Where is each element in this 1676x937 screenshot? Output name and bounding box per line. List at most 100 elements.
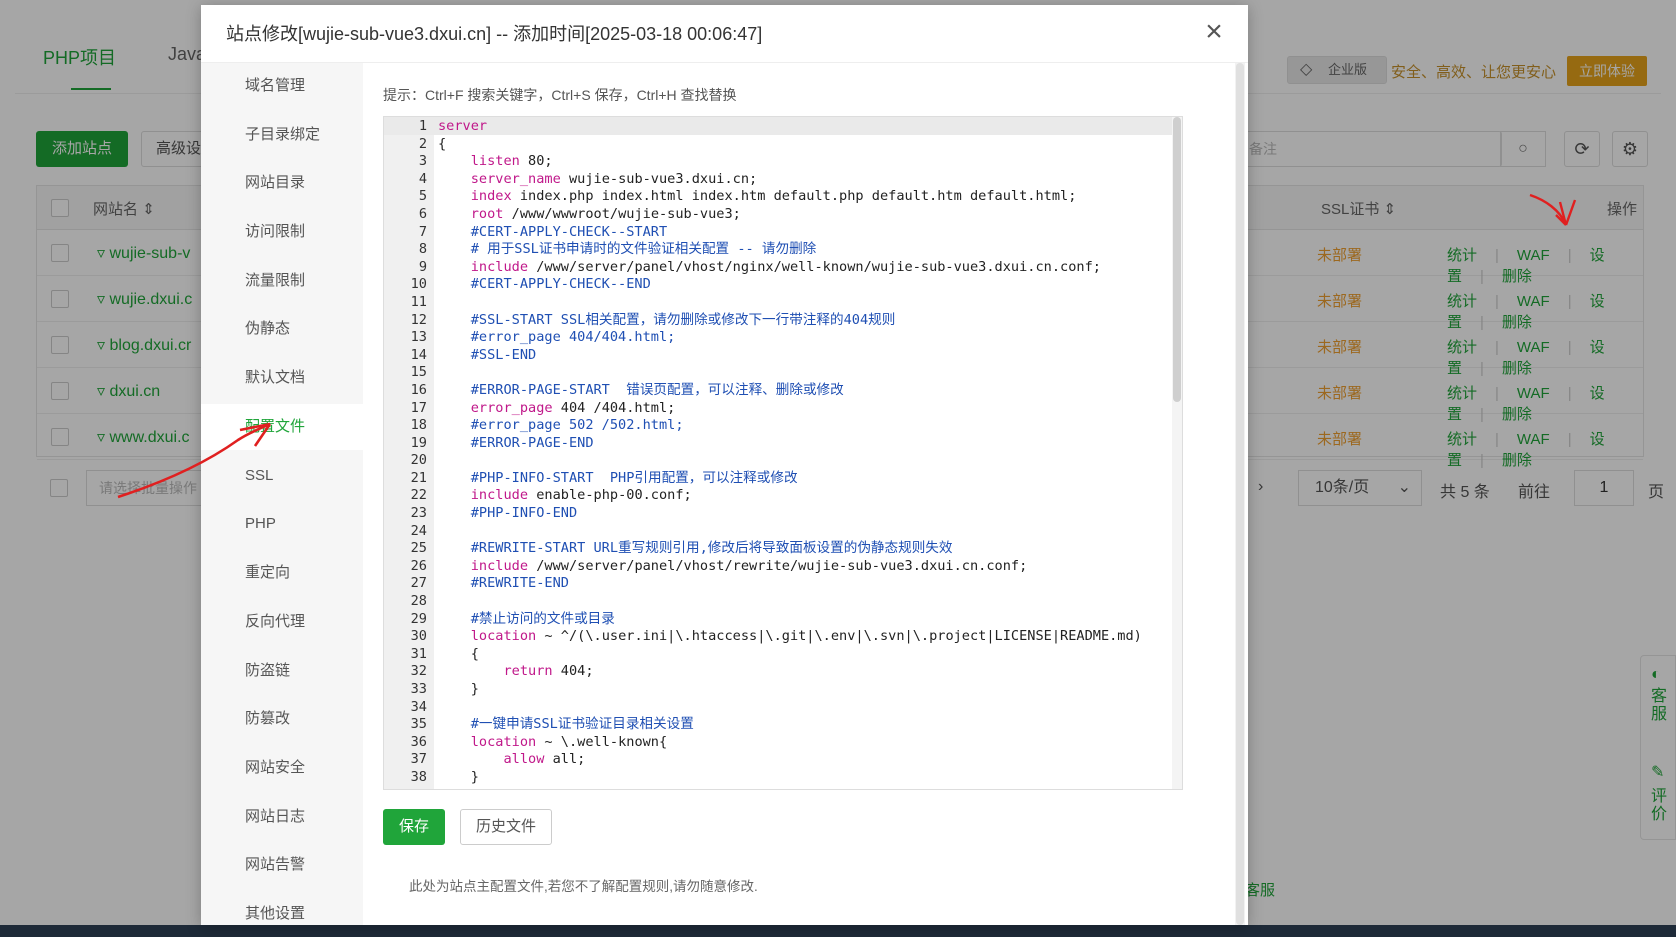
line-number: 29 (410, 610, 427, 627)
line-code: return 404; (503, 663, 594, 680)
line-code: #PHP-INFO-START PHP引用配置，可以注释或修改 (438, 469, 798, 486)
menu-item-tamper-proof[interactable]: 防篡改 (201, 696, 363, 742)
line-number: 12 (410, 311, 427, 328)
line-number: 9 (418, 258, 427, 275)
line-number: 22 (410, 487, 427, 504)
code-line: 2{ (384, 136, 1174, 154)
code-line: 7 #CERT-APPLY-CHECK--START (384, 224, 1174, 242)
code-line: 8 # 用于SSL证书申请时的文件验证相关配置 -- 请勿删除 (384, 241, 1174, 259)
line-number: 2 (418, 135, 427, 152)
menu-item-hotlink[interactable]: 防盗链 (201, 648, 363, 694)
menu-item-redirect[interactable]: 重定向 (201, 550, 363, 596)
line-number: 19 (410, 434, 427, 451)
line-number: 28 (410, 593, 427, 610)
menu-item-php[interactable]: PHP (201, 501, 363, 547)
code-line: 34 (384, 699, 1174, 717)
line-number: 21 (410, 469, 427, 486)
menu-item-domain[interactable]: 域名管理 (201, 63, 363, 109)
config-code-editor[interactable]: 1 server 2{3 listen 80; 4 server_name wujie… (383, 116, 1183, 790)
line-number: 14 (410, 346, 427, 363)
dialog-scrollbar[interactable] (1235, 63, 1245, 925)
settings-menu: 域名管理 子目录绑定 网站目录 访问限制 流量限制 伪静态 默认文档 配置文件 … (201, 63, 363, 925)
code-line: 18 #error_page 502 /502.html; (384, 417, 1174, 435)
code-line: 36 location ~ \.well-known{ (384, 734, 1174, 752)
menu-item-ssl[interactable]: SSL (201, 453, 363, 499)
line-code: root /www/wwwroot/wujie-sub-vue3; (470, 205, 741, 222)
code-line: 14 #SSL-END (384, 347, 1174, 365)
line-number: 8 (418, 241, 427, 258)
line-code: #SSL-START SSL相关配置，请勿删除或修改下一行带注释的404规则 (438, 311, 896, 328)
code-line: 26 include /www/server/panel/vhost/rewri… (384, 558, 1174, 576)
menu-item-config-file[interactable]: 配置文件 (201, 404, 363, 450)
line-number: 26 (410, 557, 427, 574)
line-code: include /www/server/panel/vhost/nginx/we… (470, 258, 1101, 275)
code-lines: 1 server 2{3 listen 80; 4 server_name wujie… (384, 118, 1174, 787)
code-line: 35 #一键申请SSL证书验证目录相关设置 (384, 716, 1174, 734)
editor-scrollbar[interactable] (1172, 117, 1182, 789)
line-code: #禁止访问的文件或目录 (438, 610, 615, 627)
line-number: 13 (410, 329, 427, 346)
line-code: #REWRITE-END (438, 575, 569, 592)
code-keyword: allow (503, 751, 545, 768)
menu-item-access-limit[interactable]: 访问限制 (201, 209, 363, 255)
line-number: 35 (410, 716, 427, 733)
code-line: 22 include enable-php-00.conf; (384, 487, 1174, 505)
dialog-title: 站点修改[wujie-sub-vue3.dxui.cn] -- 添加时间[202… (201, 5, 1248, 63)
code-keyword: location (470, 733, 537, 750)
menu-item-reverse-proxy[interactable]: 反向代理 (201, 599, 363, 645)
line-code: index index.php index.html index.htm def… (470, 188, 1077, 205)
close-icon[interactable]: × (1198, 17, 1230, 49)
line-code: server (438, 118, 487, 136)
code-keyword: return (503, 663, 553, 680)
code-line: 24 (384, 523, 1174, 541)
line-number: 25 (410, 540, 427, 557)
dialog-scroll-thumb[interactable] (1236, 63, 1244, 925)
line-code: location ~ ^/(\.user.ini|\.htaccess|\.gi… (470, 628, 1142, 645)
code-line: 6 root /www/wwwroot/wujie-sub-vue3; (384, 206, 1174, 224)
line-number: 32 (410, 663, 427, 680)
code-line: 37 allow all; (384, 751, 1174, 769)
line-number: 7 (418, 223, 427, 240)
code-line: 23 #PHP-INFO-END (384, 505, 1174, 523)
menu-item-site-directory[interactable]: 网站目录 (201, 160, 363, 206)
menu-item-default-doc[interactable]: 默认文档 (201, 355, 363, 401)
menu-item-site-alert[interactable]: 网站告警 (201, 842, 363, 888)
line-code: } (438, 681, 479, 697)
menu-item-site-log[interactable]: 网站日志 (201, 794, 363, 840)
line-code: #REWRITE-START URL重写规则引用,修改后将导致面板设置的伪静态规… (438, 540, 953, 557)
line-code: #PHP-INFO-END (438, 505, 578, 522)
code-line: 27 #REWRITE-END (384, 575, 1174, 593)
line-code: #ERROR-PAGE-END (438, 434, 594, 451)
menu-item-site-security[interactable]: 网站安全 (201, 745, 363, 791)
line-code: #ERROR-PAGE-START 错误页配置，可以注释、删除或修改 (438, 381, 844, 398)
line-number: 6 (418, 205, 427, 222)
code-line: 28 (384, 593, 1174, 611)
menu-item-rewrite[interactable]: 伪静态 (201, 306, 363, 352)
code-keyword: index (470, 188, 512, 205)
line-code: error_page 404 /404.html; (470, 399, 676, 416)
code-line: 9 include /www/server/panel/vhost/nginx/… (384, 259, 1174, 277)
code-keyword: include (470, 258, 529, 275)
line-code: # 用于SSL证书申请时的文件验证相关配置 -- 请勿删除 (438, 241, 817, 258)
line-number: 24 (410, 522, 427, 539)
code-line: 32 return 404; (384, 663, 1174, 681)
code-keyword: include (470, 487, 529, 504)
line-code: location ~ \.well-known{ (470, 733, 668, 750)
code-line: 20 (384, 452, 1174, 470)
line-number: 27 (410, 575, 427, 592)
menu-item-traffic-limit[interactable]: 流量限制 (201, 258, 363, 304)
code-keyword: error_page (470, 399, 553, 416)
line-code: { (438, 135, 447, 152)
line-code: { (438, 645, 479, 662)
menu-item-other-settings[interactable]: 其他设置 (201, 891, 363, 937)
code-line: 4 server_name wujie-sub-vue3.dxui.cn; (384, 171, 1174, 189)
line-code: } (438, 768, 479, 785)
line-number: 17 (410, 399, 427, 416)
code-keyword: include (470, 557, 529, 574)
line-number: 11 (410, 293, 427, 310)
menu-item-subdirectory[interactable]: 子目录绑定 (201, 112, 363, 158)
editor-scroll-thumb[interactable] (1173, 117, 1181, 402)
code-line: 33 } (384, 681, 1174, 699)
history-file-button[interactable]: 历史文件 (460, 809, 552, 845)
save-button[interactable]: 保存 (383, 809, 445, 845)
